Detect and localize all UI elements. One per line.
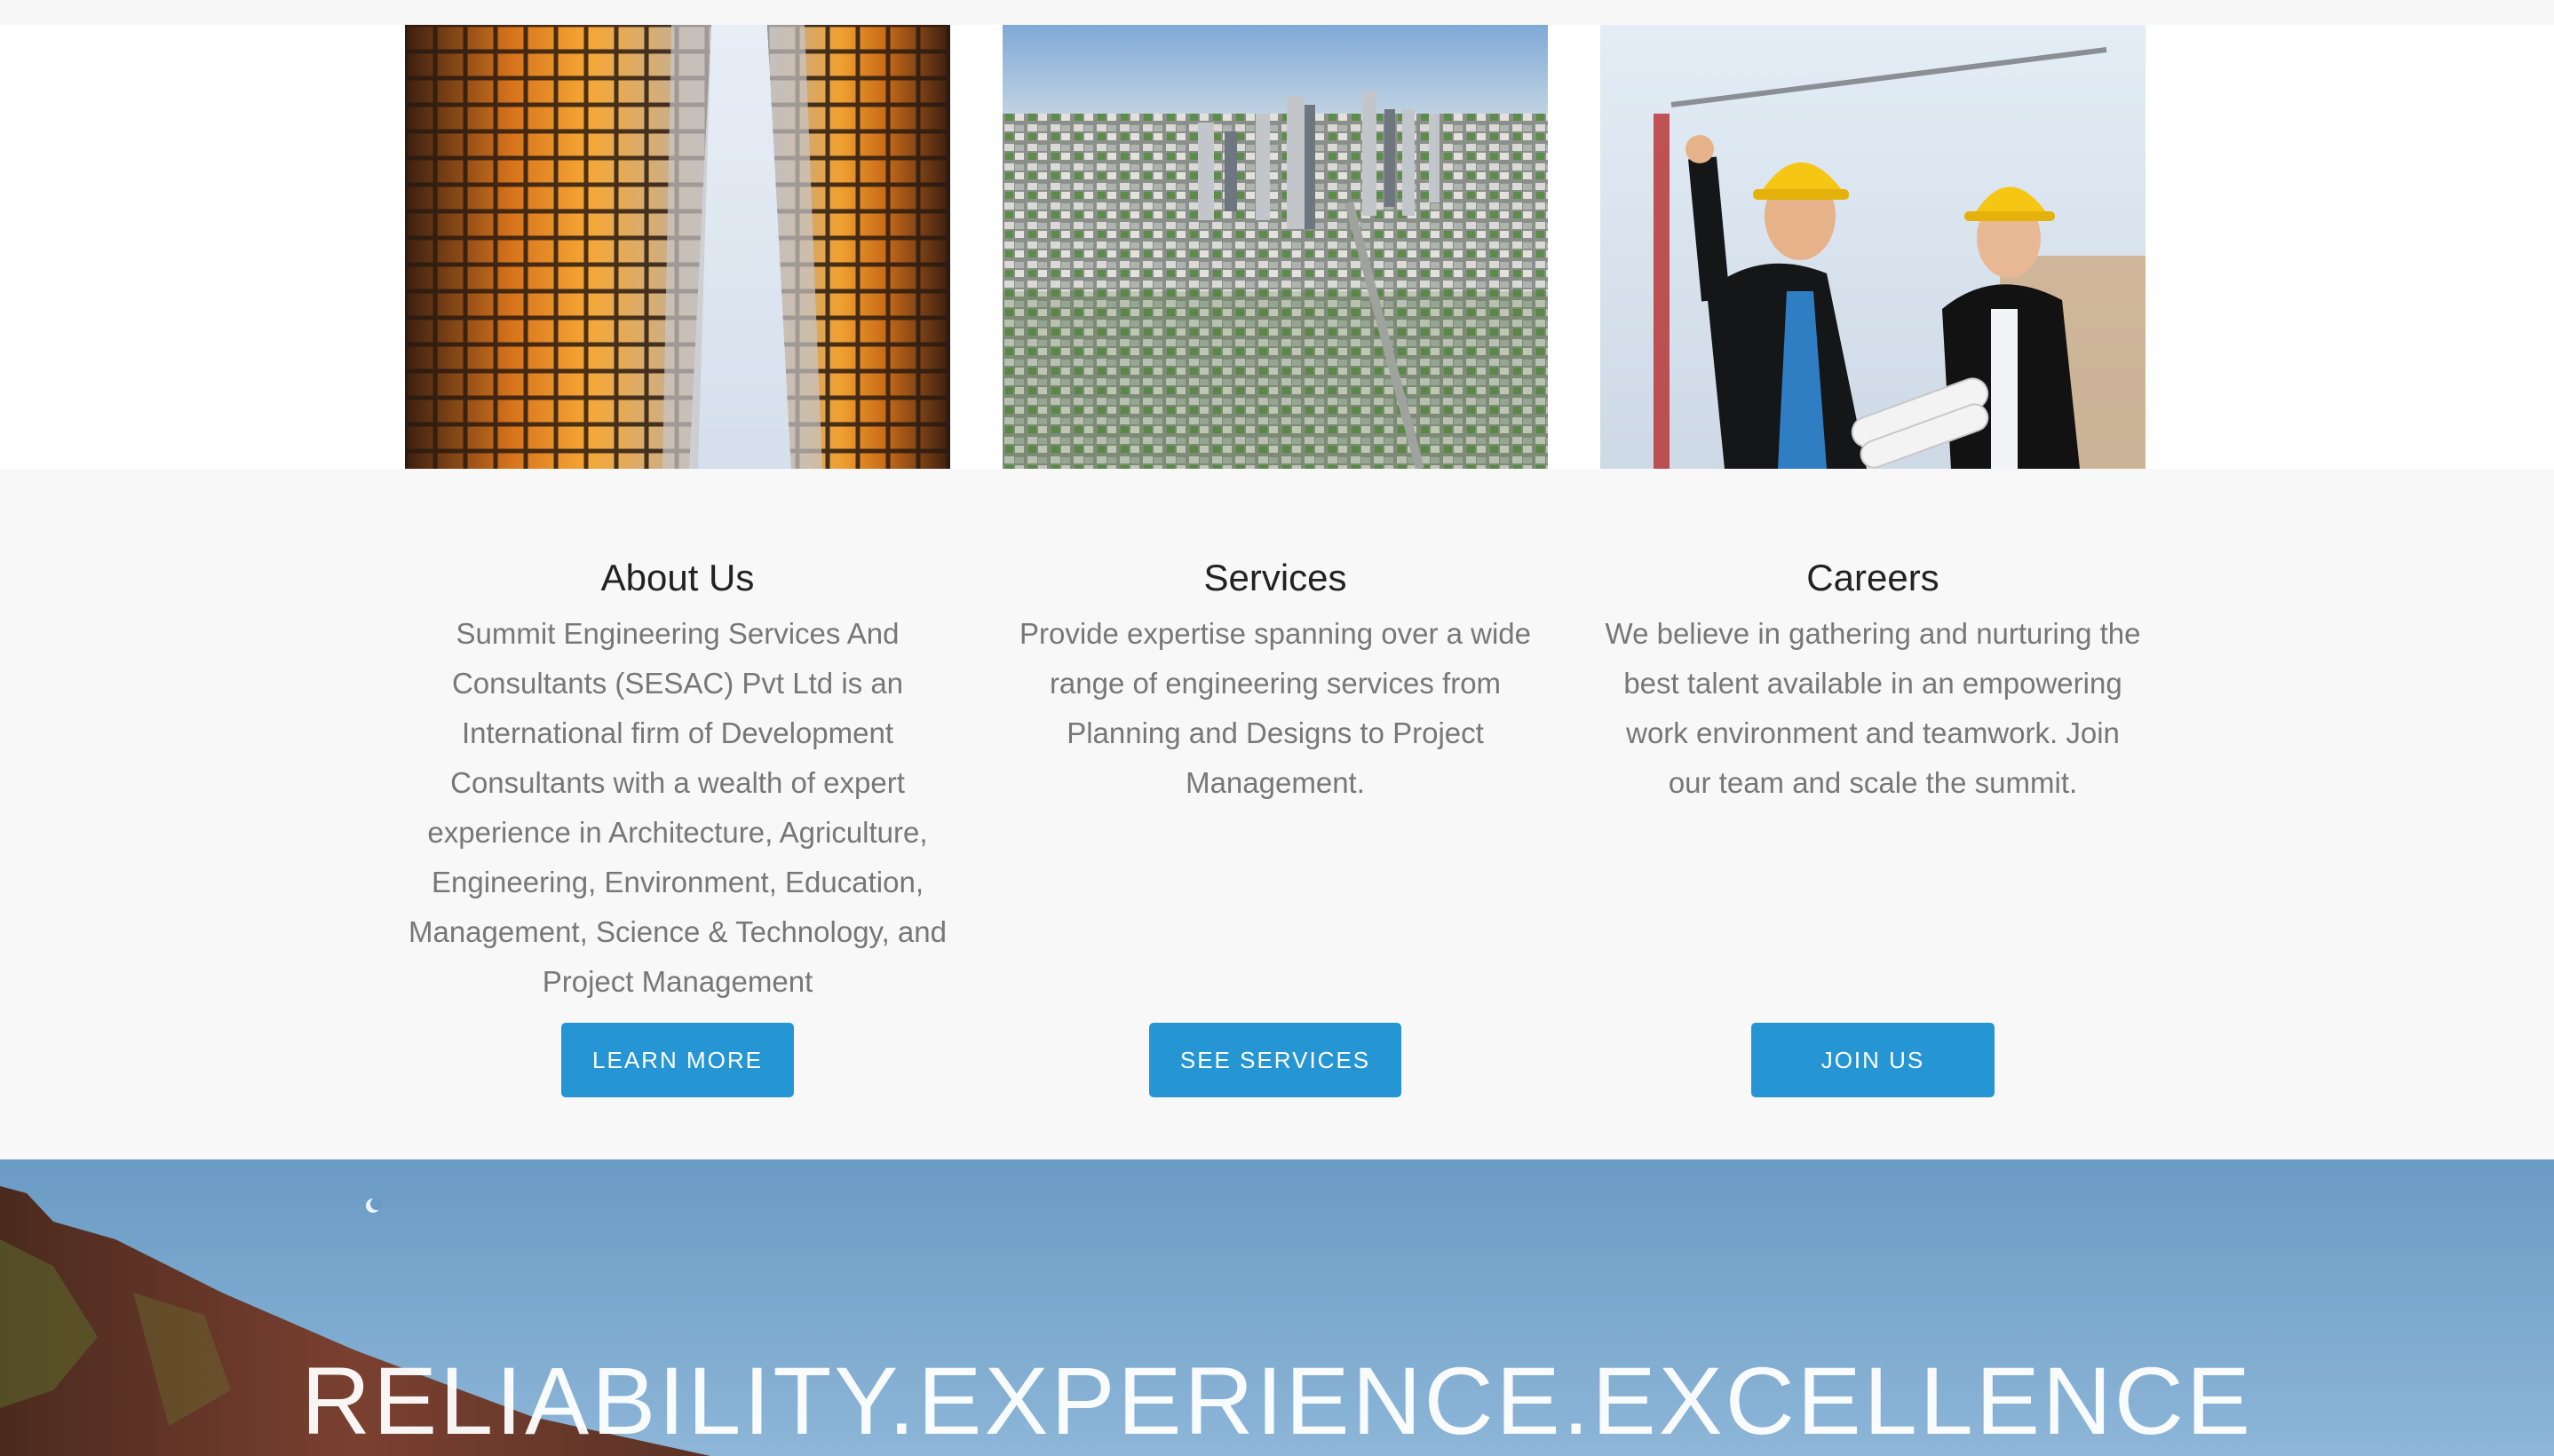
careers-heading: Careers [1806, 557, 1939, 598]
hero-banner: RELIABILITY.EXPERIENCE.EXCELLENCE [0, 1159, 2554, 1456]
about-section: About Us Summit Engineering Services And… [405, 550, 950, 1007]
top-strip [0, 0, 2554, 25]
about-image [405, 25, 950, 469]
about-description: Summit Engineering Services And Consulta… [408, 617, 947, 998]
join-us-button[interactable]: JOIN US [1751, 1023, 1995, 1097]
about-heading: About Us [600, 557, 755, 598]
skyscrapers-photo [405, 25, 950, 469]
services-image [1003, 25, 1548, 469]
see-services-button[interactable]: SEE SERVICES [1149, 1023, 1401, 1097]
services-section: Services Provide expertise spanning over… [1003, 550, 1548, 808]
careers-description: We believe in gathering and nurturing th… [1605, 617, 2141, 799]
careers-section: Careers We believe in gathering and nurt… [1600, 550, 2146, 808]
engineers-photo [1600, 25, 2146, 469]
services-heading: Services [1203, 557, 1347, 598]
hero-tagline: RELIABILITY.EXPERIENCE.EXCELLENCE [301, 1347, 2253, 1454]
city-aerial-photo [1003, 25, 1548, 469]
learn-more-button[interactable]: LEARN MORE [561, 1023, 794, 1097]
careers-image [1600, 25, 2146, 469]
services-description: Provide expertise spanning over a wide r… [1019, 617, 1531, 799]
